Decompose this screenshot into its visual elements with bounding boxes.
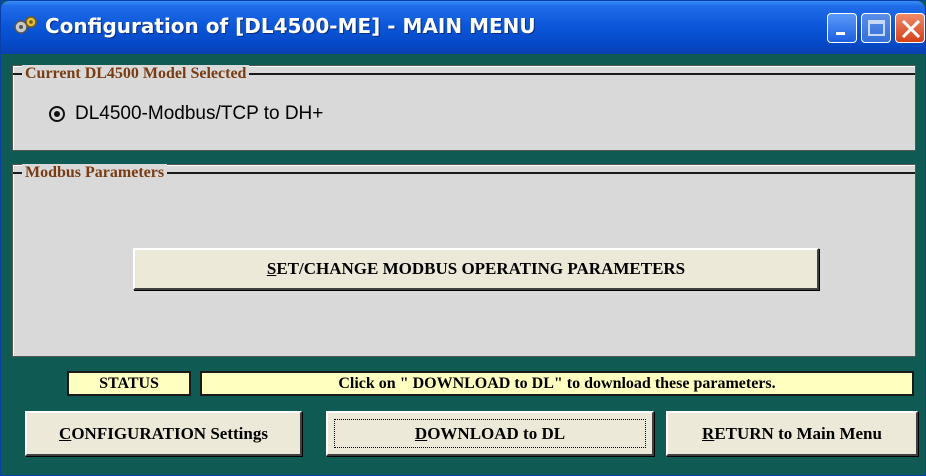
status-message: Click on " DOWNLOAD to DL" to download t… xyxy=(200,371,914,396)
window-title: Configuration of [DL4500-ME] - MAIN MENU xyxy=(45,14,536,38)
current-model-legend: Current DL4500 Model Selected xyxy=(22,65,250,83)
mnemonic-letter: R xyxy=(702,423,715,443)
return-to-main-menu-button[interactable]: R ETURN to Main Menu xyxy=(666,411,918,456)
radio-dot xyxy=(54,111,60,117)
button-label: ONFIGURATION Settings xyxy=(71,423,268,443)
mnemonic-letter: S xyxy=(266,259,277,278)
minimize-button[interactable] xyxy=(827,13,857,43)
maximize-icon xyxy=(868,20,885,36)
gear-icon[interactable] xyxy=(11,13,39,41)
radio-button[interactable] xyxy=(49,106,65,122)
set-modbus-parameters-button[interactable]: S ET/CHANGE MODBUS OPERATING PARAMETERS xyxy=(133,248,819,290)
download-to-dl-button[interactable]: D OWNLOAD to DL xyxy=(326,411,654,456)
focus-rectangle xyxy=(334,419,646,448)
maximize-button[interactable] xyxy=(861,13,891,43)
configuration-settings-button[interactable]: C ONFIGURATION Settings xyxy=(25,411,302,456)
status-label: STATUS xyxy=(67,371,191,396)
close-button[interactable] xyxy=(895,13,925,43)
current-model-group: Current DL4500 Model Selected DL4500-Mod… xyxy=(12,65,916,151)
mnemonic-letter: C xyxy=(59,423,72,443)
button-label: ET/CHANGE MODBUS OPERATING PARAMETERS xyxy=(276,259,686,278)
main-window: Configuration of [DL4500-ME] - MAIN MENU… xyxy=(0,0,926,476)
modbus-parameters-legend: Modbus Parameters xyxy=(22,164,168,182)
minimize-icon xyxy=(836,32,845,35)
button-label: ETURN to Main Menu xyxy=(714,423,882,443)
model-radio-option[interactable]: DL4500-Modbus/TCP to DH+ xyxy=(49,103,323,125)
close-icon xyxy=(901,19,921,39)
title-bar[interactable]: Configuration of [DL4500-ME] - MAIN MENU xyxy=(1,1,925,54)
model-radio-label: DL4500-Modbus/TCP to DH+ xyxy=(75,103,324,124)
